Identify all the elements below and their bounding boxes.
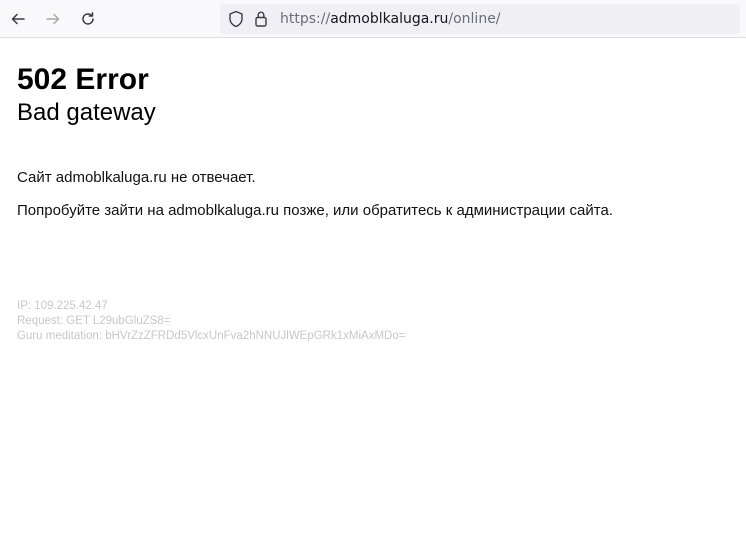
address-bar[interactable]: https://admoblkaluga.ru/online/: [220, 4, 740, 34]
error-title: 502 Error: [17, 63, 149, 96]
url-scheme: https://: [280, 11, 331, 27]
back-button[interactable]: [5, 6, 31, 32]
url-host: admoblkaluga.ru: [330, 11, 449, 27]
browser-toolbar: https://admoblkaluga.ru/online/: [0, 0, 746, 38]
error-message-site-not-responding: Сайт admoblkaluga.ru не отвечает.: [17, 169, 256, 186]
error-message-try-later: Попробуйте зайти на admoblkaluga.ru позж…: [17, 202, 613, 219]
url-text[interactable]: https://admoblkaluga.ru/online/: [280, 11, 501, 27]
diagnostic-ip: IP: 109.225.42.47: [17, 300, 108, 312]
url-path: /online/: [448, 11, 501, 27]
forward-arrow-icon: [46, 13, 60, 25]
tracking-protection-shield-icon[interactable]: [228, 10, 244, 28]
diagnostic-request: Request: GET L29ubGluZS8=: [17, 315, 171, 327]
forward-button[interactable]: [40, 6, 66, 32]
error-subtitle: Bad gateway: [17, 99, 156, 126]
reload-button[interactable]: [75, 6, 101, 32]
reload-icon: [82, 12, 94, 25]
diagnostic-guru-meditation: Guru meditation: bHVrZzZFRDd5VlcxUnFva2h…: [17, 330, 406, 342]
back-arrow-icon: [11, 13, 25, 25]
lock-icon[interactable]: [254, 10, 268, 28]
